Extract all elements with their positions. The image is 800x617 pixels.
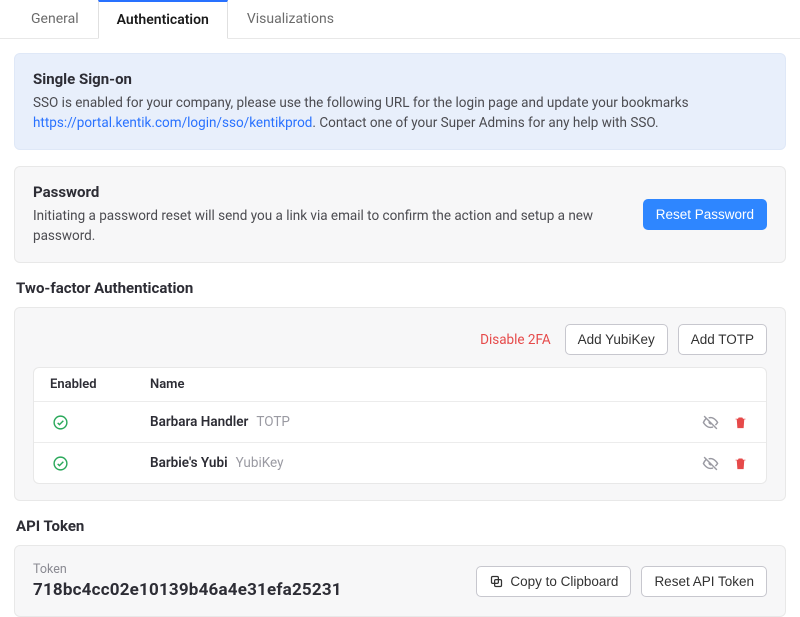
- tabs-bar: General Authentication Visualizations: [0, 0, 800, 39]
- tfa-item-name: Barbie's Yubi: [150, 455, 228, 471]
- password-title: Password: [33, 183, 623, 201]
- api-token-heading: API Token: [16, 517, 786, 535]
- tfa-table-header: Enabled Name: [34, 368, 766, 402]
- tfa-heading: Two-factor Authentication: [16, 279, 786, 297]
- token-label: Token: [33, 562, 342, 577]
- sso-desc-prefix: SSO is enabled for your company, please …: [33, 95, 689, 111]
- copy-icon: [489, 574, 504, 589]
- tab-general[interactable]: General: [12, 0, 98, 38]
- tab-visualizations[interactable]: Visualizations: [228, 0, 353, 38]
- col-header-enabled: Enabled: [50, 377, 150, 392]
- copy-button-label: Copy to Clipboard: [510, 574, 618, 589]
- tfa-row: Barbie's Yubi YubiKey: [34, 443, 766, 483]
- api-token-panel: Token 718bc4cc02e10139b46a4e31efa25231 C…: [14, 545, 786, 617]
- sso-panel: Single Sign-on SSO is enabled for your c…: [14, 53, 786, 150]
- sso-desc-suffix: . Contact one of your Super Admins for a…: [312, 115, 658, 131]
- reset-password-button[interactable]: Reset Password: [643, 199, 767, 230]
- tfa-item-type: TOTP: [256, 414, 290, 430]
- token-value: 718bc4cc02e10139b46a4e31efa25231: [33, 580, 342, 600]
- check-circle-icon: [50, 412, 70, 432]
- check-circle-icon: [50, 453, 70, 473]
- trash-icon[interactable]: [730, 412, 750, 432]
- trash-icon[interactable]: [730, 453, 750, 473]
- tfa-item-name: Barbara Handler: [150, 414, 248, 430]
- eye-off-icon[interactable]: [700, 453, 720, 473]
- disable-2fa-link[interactable]: Disable 2FA: [480, 332, 551, 348]
- reset-api-token-button[interactable]: Reset API Token: [641, 566, 767, 597]
- password-description: Initiating a password reset will send yo…: [33, 207, 623, 246]
- add-yubikey-button[interactable]: Add YubiKey: [565, 324, 668, 355]
- eye-off-icon[interactable]: [700, 412, 720, 432]
- sso-title: Single Sign-on: [33, 70, 767, 88]
- sso-url-link[interactable]: https://portal.kentik.com/login/sso/kent…: [33, 115, 312, 131]
- tfa-panel: Disable 2FA Add YubiKey Add TOTP Enabled…: [14, 307, 786, 501]
- copy-to-clipboard-button[interactable]: Copy to Clipboard: [476, 566, 631, 597]
- password-panel: Password Initiating a password reset wil…: [14, 166, 786, 263]
- tfa-row: Barbara Handler TOTP: [34, 402, 766, 443]
- tfa-table: Enabled Name Barbara Handler TOTP: [33, 367, 767, 484]
- sso-description: SSO is enabled for your company, please …: [33, 94, 767, 133]
- add-totp-button[interactable]: Add TOTP: [678, 324, 767, 355]
- col-header-name: Name: [150, 377, 750, 392]
- tfa-item-type: YubiKey: [236, 455, 284, 471]
- tab-authentication[interactable]: Authentication: [98, 0, 228, 39]
